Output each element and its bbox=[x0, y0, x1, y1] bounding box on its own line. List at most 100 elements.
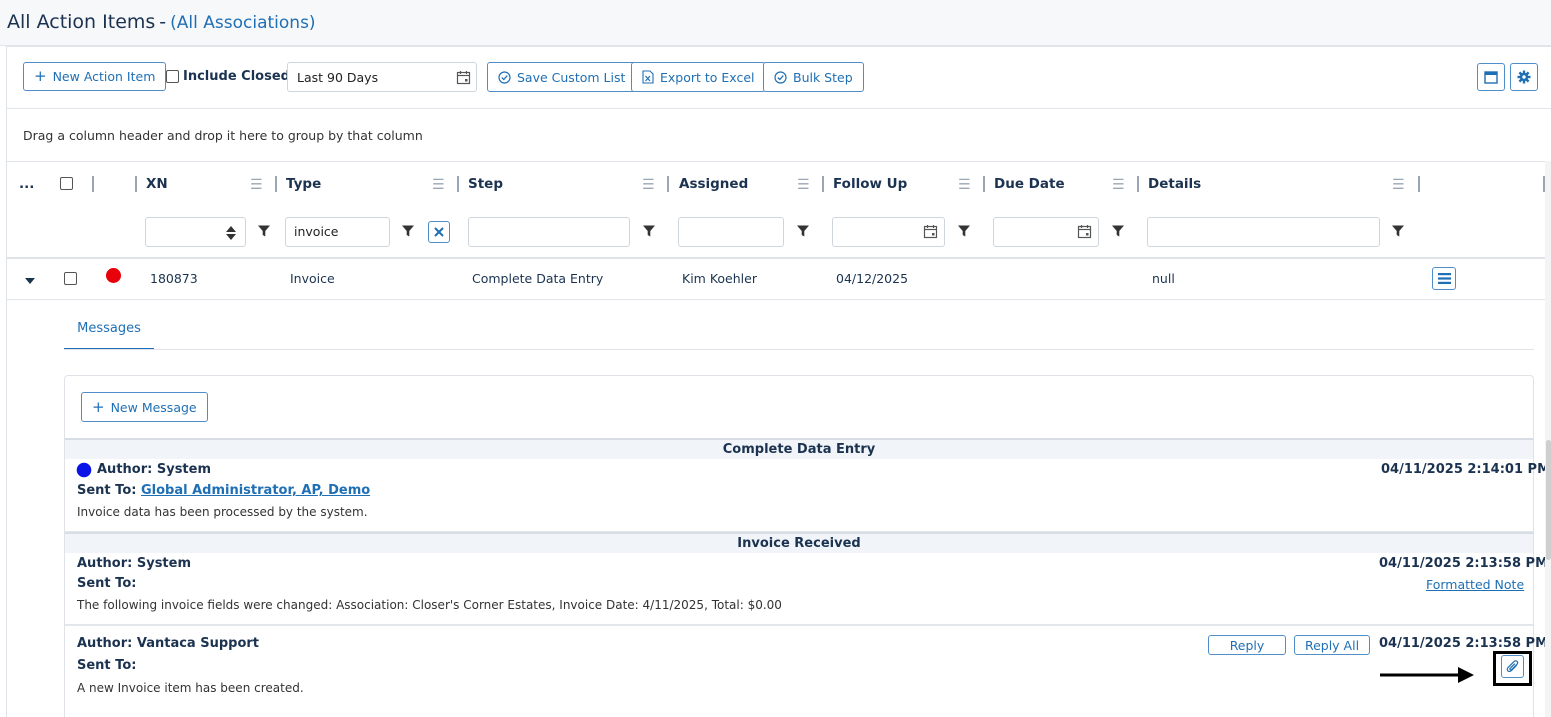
column-header-assigned[interactable]: Assigned bbox=[679, 176, 748, 192]
row-menu-button[interactable] bbox=[1432, 267, 1456, 290]
column-separator[interactable] bbox=[457, 176, 459, 192]
export-to-excel-button[interactable]: Export to Excel bbox=[631, 62, 766, 92]
clear-filter-button[interactable] bbox=[428, 221, 450, 243]
step-filter-input[interactable] bbox=[468, 217, 630, 247]
message-body: Invoice data has been processed by the s… bbox=[77, 505, 368, 519]
due-date-filter-input[interactable] bbox=[993, 217, 1099, 247]
association-link[interactable]: (All Associations) bbox=[170, 13, 315, 33]
column-header-step[interactable]: Step bbox=[468, 176, 503, 192]
calendar-icon[interactable] bbox=[923, 224, 938, 239]
tab-strip-border bbox=[64, 349, 1534, 350]
row-follow-up: 04/12/2025 bbox=[836, 271, 909, 286]
filter-icon[interactable] bbox=[1111, 224, 1125, 238]
select-all-checkbox[interactable] bbox=[60, 177, 73, 190]
include-closed-checkbox[interactable] bbox=[166, 70, 179, 83]
plus-icon: + bbox=[92, 397, 105, 416]
column-more[interactable]: ... bbox=[19, 176, 34, 192]
title-separator: - bbox=[159, 11, 167, 33]
check-circle-icon bbox=[498, 70, 511, 84]
reply-all-button[interactable]: Reply All bbox=[1294, 635, 1370, 655]
sent-to-label: Sent To: bbox=[77, 483, 137, 498]
filter-icon[interactable] bbox=[257, 224, 271, 238]
include-closed-toggle[interactable]: Include Closed bbox=[166, 69, 290, 84]
message-body: The following invoice fields were change… bbox=[77, 598, 782, 612]
new-message-label: New Message bbox=[110, 399, 197, 415]
column-header-type[interactable]: Type bbox=[286, 176, 321, 192]
xn-filter-input[interactable] bbox=[145, 217, 246, 247]
column-header-due-date[interactable]: Due Date bbox=[994, 176, 1065, 192]
row-details: null bbox=[1152, 271, 1175, 286]
close-icon bbox=[434, 227, 444, 237]
window-icon bbox=[1484, 70, 1498, 84]
column-menu-icon[interactable]: ☰ bbox=[1392, 177, 1405, 193]
details-filter-input[interactable] bbox=[1147, 217, 1380, 247]
attachment-button[interactable] bbox=[1501, 655, 1524, 678]
row-divider bbox=[6, 299, 1551, 300]
column-separator[interactable] bbox=[135, 176, 137, 192]
sent-to-link[interactable]: Global Administrator, AP, Demo bbox=[141, 483, 370, 498]
spinner-arrows-icon[interactable] bbox=[225, 225, 237, 241]
column-menu-icon[interactable]: ☰ bbox=[642, 177, 655, 193]
grid-header-border bbox=[6, 161, 1551, 162]
bulk-step-button[interactable]: Bulk Step bbox=[763, 62, 864, 92]
new-action-item-button[interactable]: + New Action Item bbox=[23, 62, 167, 91]
group-by-hint: Drag a column header and drop it here to… bbox=[23, 128, 423, 143]
new-message-button[interactable]: + New Message bbox=[81, 392, 208, 422]
collapse-caret-icon[interactable] bbox=[24, 277, 36, 285]
follow-up-filter-input[interactable] bbox=[832, 217, 945, 247]
message-divider bbox=[65, 624, 1533, 626]
column-menu-icon[interactable]: ☰ bbox=[797, 177, 810, 193]
page-title-text: All Action Items bbox=[7, 11, 156, 33]
message-timestamp: 04/11/2025 2:13:58 PM bbox=[1379, 636, 1548, 651]
export-to-excel-label: Export to Excel bbox=[660, 69, 755, 85]
check-circle-icon bbox=[774, 70, 787, 84]
status-indicator-icon bbox=[106, 268, 121, 283]
hamburger-icon bbox=[1437, 273, 1451, 284]
column-separator[interactable] bbox=[92, 176, 94, 192]
filter-icon[interactable] bbox=[796, 224, 810, 238]
column-menu-icon[interactable]: ☰ bbox=[432, 177, 445, 193]
filter-icon[interactable] bbox=[957, 224, 971, 238]
column-separator[interactable] bbox=[667, 176, 669, 192]
tab-messages[interactable]: Messages bbox=[64, 308, 154, 350]
column-separator[interactable] bbox=[983, 176, 985, 192]
filter-icon[interactable] bbox=[401, 224, 415, 238]
layout-toggle-button[interactable] bbox=[1477, 63, 1505, 91]
column-separator[interactable] bbox=[275, 176, 277, 192]
new-action-item-label: New Action Item bbox=[52, 69, 156, 84]
column-menu-icon[interactable]: ☰ bbox=[1112, 177, 1125, 193]
column-header-follow-up[interactable]: Follow Up bbox=[833, 176, 907, 192]
filter-icon[interactable] bbox=[1391, 224, 1405, 238]
calendar-icon[interactable] bbox=[1077, 224, 1092, 239]
message-sent-to: Sent To: bbox=[77, 576, 137, 591]
column-separator[interactable] bbox=[822, 176, 824, 192]
excel-file-icon bbox=[642, 70, 654, 84]
assigned-filter-input[interactable] bbox=[678, 217, 784, 247]
settings-button[interactable] bbox=[1510, 63, 1538, 91]
column-separator[interactable] bbox=[1418, 176, 1420, 192]
calendar-icon[interactable] bbox=[456, 70, 471, 85]
column-menu-icon[interactable]: ☰ bbox=[958, 177, 971, 193]
save-custom-list-button[interactable]: Save Custom List bbox=[487, 62, 637, 92]
filter-row-border bbox=[6, 257, 1551, 259]
include-closed-label: Include Closed bbox=[183, 69, 290, 84]
row-type: Invoice bbox=[290, 271, 335, 286]
date-range-value: Last 90 Days bbox=[297, 70, 379, 85]
message-section-header: Complete Data Entry bbox=[65, 438, 1533, 459]
column-header-details[interactable]: Details bbox=[1148, 176, 1201, 192]
scrollbar[interactable] bbox=[1545, 161, 1551, 717]
gear-icon bbox=[1517, 70, 1531, 84]
column-menu-icon[interactable]: ☰ bbox=[250, 177, 263, 193]
message-section-header: Invoice Received bbox=[65, 532, 1533, 553]
date-range-picker[interactable]: Last 90 Days bbox=[287, 62, 477, 92]
row-xn[interactable]: 180873 bbox=[150, 271, 198, 286]
row-assigned: Kim Koehler bbox=[682, 271, 757, 286]
type-filter-input[interactable]: invoice bbox=[285, 217, 390, 247]
column-separator[interactable] bbox=[1137, 176, 1139, 192]
reply-button[interactable]: Reply bbox=[1208, 635, 1286, 655]
column-header-xn[interactable]: XN bbox=[146, 176, 168, 192]
filter-icon[interactable] bbox=[642, 224, 656, 238]
scrollbar-thumb[interactable] bbox=[1546, 440, 1551, 560]
formatted-note-link[interactable]: Formatted Note bbox=[1426, 577, 1524, 592]
row-select-checkbox[interactable] bbox=[64, 272, 77, 285]
